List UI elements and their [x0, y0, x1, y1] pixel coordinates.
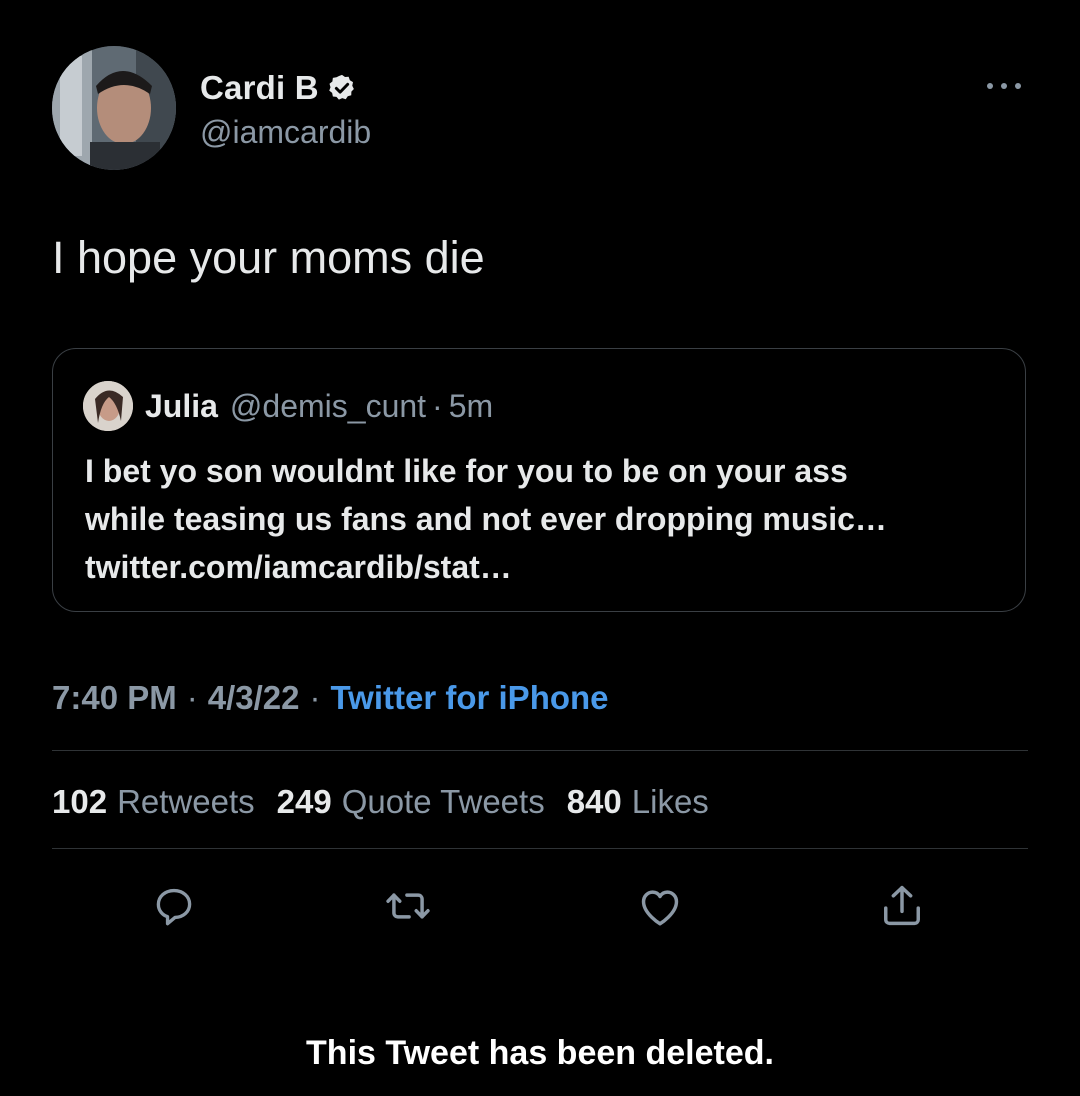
- tweet-source-link[interactable]: Twitter for iPhone: [330, 679, 608, 717]
- quoted-tweet-text: I bet yo son wouldnt like for you to be …: [85, 447, 1005, 591]
- quote-tweets-label: Quote Tweets: [341, 783, 545, 820]
- likes-stat[interactable]: 840 Likes: [567, 783, 709, 821]
- quoted-timestamp: 5m: [448, 387, 494, 424]
- profile-photo: [52, 46, 176, 170]
- tweet-actions: [0, 878, 1080, 934]
- retweet-button[interactable]: [380, 878, 436, 934]
- tweet-stats: 102 Retweets 249 Quote Tweets 840 Likes: [52, 778, 731, 826]
- like-button[interactable]: [632, 878, 688, 934]
- retweets-stat[interactable]: 102 Retweets: [52, 783, 255, 821]
- retweet-icon: [386, 893, 430, 919]
- meta-separator: ·: [309, 679, 321, 716]
- quoted-author-name: Julia: [145, 387, 218, 424]
- quoted-text-line: I bet yo son wouldnt like for you to be …: [85, 453, 848, 489]
- retweets-count: 102: [52, 783, 108, 820]
- author-handle[interactable]: @iamcardib: [200, 114, 371, 151]
- author-avatar[interactable]: [52, 46, 176, 170]
- quoted-author-avatar: [83, 381, 133, 431]
- tweet-meta: 7:40 PM · 4/3/22 · Twitter for iPhone: [52, 676, 609, 720]
- author-display-name[interactable]: Cardi B: [200, 69, 319, 107]
- tweet-date: 4/3/22: [207, 679, 300, 716]
- share-button[interactable]: [874, 878, 930, 934]
- quote-tweets-count: 249: [276, 783, 332, 820]
- divider: [52, 750, 1028, 751]
- like-icon: [641, 890, 679, 926]
- quote-tweets-stat[interactable]: 249 Quote Tweets: [277, 783, 545, 821]
- verified-badge-icon: [329, 74, 354, 100]
- quoted-separator: ·: [432, 387, 443, 424]
- more-options-icon[interactable]: [984, 76, 1024, 96]
- reply-button[interactable]: [146, 878, 202, 934]
- divider: [52, 848, 1028, 849]
- deleted-notice: This Tweet has been deleted.: [306, 1034, 774, 1072]
- quoted-text-line: while teasing us fans and not ever dropp…: [85, 501, 887, 537]
- likes-label: Likes: [631, 783, 709, 820]
- tweet-text: I hope your moms die: [52, 232, 485, 283]
- reply-icon: [156, 888, 192, 926]
- quoted-tweet-card[interactable]: Julia @demis_cunt · 5m I bet yo son woul…: [52, 348, 1026, 612]
- meta-separator: ·: [186, 679, 198, 716]
- likes-count: 840: [566, 783, 622, 820]
- retweets-label: Retweets: [117, 783, 255, 820]
- share-icon: [884, 885, 920, 926]
- quoted-author-handle: @demis_cunt: [229, 387, 427, 424]
- quoted-link[interactable]: twitter.com/iamcardib/stat…: [85, 543, 1005, 591]
- tweet-time: 7:40 PM: [52, 679, 177, 716]
- tweet-header: Cardi B @iamcardib: [52, 46, 1028, 172]
